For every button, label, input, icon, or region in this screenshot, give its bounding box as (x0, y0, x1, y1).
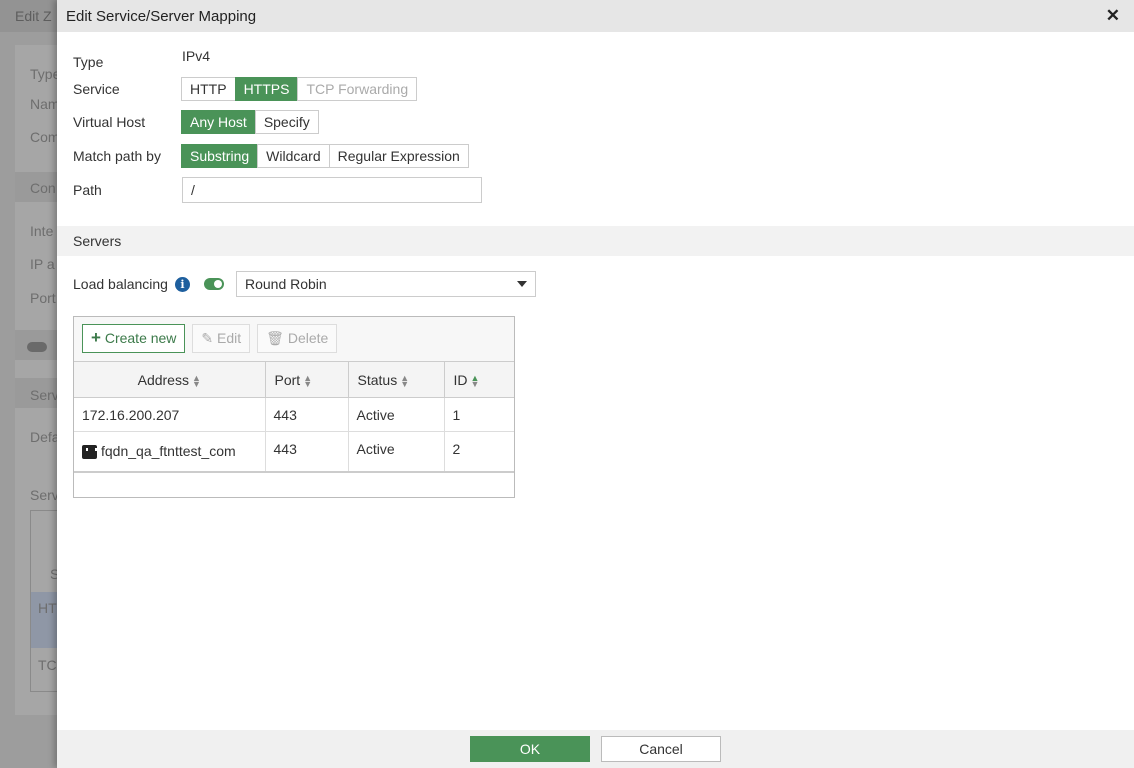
background-label: IP a (30, 256, 55, 272)
table-row[interactable]: fqdn_qa_ftnttest_com 443 Active 2 (74, 431, 514, 472)
load-balancing-method-value: Round Robin (244, 276, 327, 292)
sort-icon: ▲ ▼ (303, 372, 313, 389)
path-input[interactable]: / (182, 177, 482, 203)
column-header-label: Address (137, 371, 189, 388)
cell-port: 443 (265, 397, 349, 432)
service-option-http[interactable]: HTTP (181, 77, 236, 101)
column-header-status[interactable]: Status ▲ ▼ (348, 361, 445, 398)
load-balancing-method-select[interactable]: Round Robin (235, 271, 536, 297)
cell-address: 172.16.200.207 (74, 397, 266, 432)
dialog-header: Edit Service/Server Mapping ✕ (57, 0, 1134, 32)
background-title: Edit Z (0, 0, 57, 32)
match-path-row: Match path by Substring Wildcard Regular… (73, 144, 469, 168)
plus-icon: + (91, 328, 101, 347)
virtual-host-option-specify[interactable]: Specify (254, 110, 319, 134)
sort-icon: ▲ ▼ (400, 372, 410, 389)
match-path-selector: Substring Wildcard Regular Expression (181, 144, 469, 168)
edit-mapping-dialog: Edit Service/Server Mapping ✕ Type IPv4 … (57, 0, 1134, 768)
background-label: HT (38, 600, 57, 616)
servers-section-title: Servers (73, 233, 122, 249)
background-label: S (50, 566, 57, 582)
column-header-address[interactable]: Address ▲ ▼ (74, 361, 266, 398)
virtual-host-option-any[interactable]: Any Host (181, 110, 256, 134)
fqdn-address-icon (82, 445, 97, 460)
service-option-https[interactable]: HTTPS (234, 77, 299, 101)
background-label: Defa (30, 429, 57, 445)
servers-table: + Create new ✎ Edit 🗑 Delete Address ▲ ▼ P… (73, 316, 515, 498)
servers-section-header: Servers (57, 226, 1134, 256)
load-balancing-label: Load balancing (73, 276, 168, 292)
delete-label: Delete (287, 330, 329, 346)
background-label: Port (30, 290, 56, 306)
create-new-button[interactable]: + Create new (82, 324, 186, 353)
service-option-tcp-forwarding[interactable]: TCP Forwarding (297, 77, 418, 101)
background-label: Type (30, 66, 57, 82)
column-header-port[interactable]: Port ▲ ▼ (265, 361, 349, 398)
column-header-id[interactable]: ID ▲ ▼ (444, 361, 514, 398)
background-label: Con (30, 180, 56, 196)
background-label: TC (38, 657, 57, 673)
service-label: Service (73, 81, 120, 97)
close-icon[interactable]: ✕ (1106, 6, 1120, 26)
background-label: Serv (30, 487, 57, 503)
cell-address: fqdn_qa_ftnttest_com (74, 431, 266, 472)
background-dialog: Edit Z Type Nam Com Con Inte IP a Port S… (0, 0, 57, 768)
type-row: Type IPv4 (73, 48, 211, 70)
path-row: Path / (73, 177, 482, 203)
chevron-down-icon (516, 281, 527, 287)
edit-button[interactable]: ✎ Edit (192, 324, 251, 353)
column-header-label: Port (274, 371, 301, 388)
create-new-label: Create new (104, 330, 177, 346)
delete-button[interactable]: 🗑 Delete (257, 324, 338, 353)
table-row[interactable]: 172.16.200.207 443 Active 1 (74, 397, 514, 432)
cell-id: 1 (444, 397, 514, 432)
column-header-label: ID (453, 371, 468, 388)
virtual-host-label: Virtual Host (73, 114, 146, 130)
ok-button[interactable]: OK (470, 736, 590, 762)
edit-label: Edit (217, 330, 242, 346)
match-option-regex[interactable]: Regular Expression (328, 144, 469, 168)
sort-icon: ▲ ▼ (191, 372, 201, 389)
dialog-footer: OK Cancel (57, 730, 1134, 768)
service-row: Service HTTP HTTPS TCP Forwarding (73, 77, 418, 101)
background-label: Serv (30, 387, 57, 403)
cancel-button[interactable]: Cancel (601, 736, 721, 762)
sort-ascending-icon: ▲ ▼ (470, 372, 480, 389)
trash-icon: 🗑 (266, 330, 284, 346)
virtual-host-row: Virtual Host Any Host Specify (73, 110, 319, 134)
match-path-label: Match path by (73, 148, 161, 164)
pencil-icon: ✎ (201, 330, 214, 346)
background-label: Inte (30, 223, 54, 239)
address-text: fqdn_qa_ftnttest_com (101, 443, 236, 459)
cell-status: Active (348, 431, 445, 472)
virtual-host-selector: Any Host Specify (181, 110, 319, 134)
background-label: Nam (30, 96, 57, 112)
cell-port: 443 (265, 431, 349, 472)
service-selector: HTTP HTTPS TCP Forwarding (181, 77, 418, 101)
match-option-substring[interactable]: Substring (181, 144, 259, 168)
type-label: Type (73, 54, 104, 70)
match-option-wildcard[interactable]: Wildcard (257, 144, 330, 168)
type-value: IPv4 (182, 48, 211, 64)
path-label: Path (73, 182, 102, 198)
cell-id: 2 (444, 431, 514, 472)
load-balancing-row: Load balancing i Round Robin (73, 271, 536, 297)
background-toggle (27, 342, 47, 352)
info-icon[interactable]: i (174, 276, 190, 292)
load-balancing-toggle[interactable] (203, 278, 224, 290)
background-label: Com (30, 129, 57, 145)
servers-toolbar: + Create new ✎ Edit 🗑 Delete (74, 317, 514, 361)
servers-grid: Address ▲ ▼ Port ▲ ▼ Status ▲ ▼ ID ▲ ▼ 172.16.20… (74, 361, 514, 473)
dialog-title: Edit Service/Server Mapping (66, 8, 257, 25)
column-header-label: Status (357, 371, 398, 388)
cell-status: Active (348, 397, 445, 432)
